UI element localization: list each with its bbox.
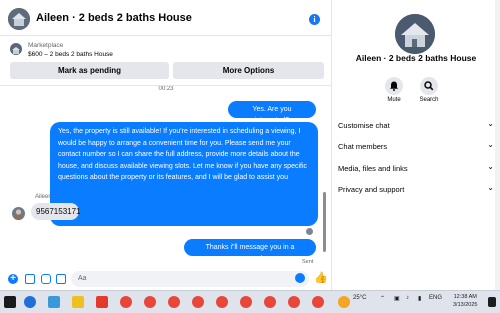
chrome-icon[interactable] <box>168 296 180 308</box>
section-media-files-links[interactable]: Media, files and links ⌄ <box>338 162 494 176</box>
conversation-info-panel: Aileen · 2 beds 2 baths House Mute Searc… <box>332 0 500 290</box>
sender-name: Aileen <box>35 194 52 200</box>
section-label: Chat members <box>338 142 388 151</box>
file-explorer-icon[interactable] <box>72 296 84 308</box>
sticker-icon[interactable] <box>41 274 51 284</box>
clock-date: 3/13/2025 <box>453 302 478 308</box>
clock-time: 12:38 AM <box>453 294 477 300</box>
chevron-down-icon: ⌄ <box>487 183 494 192</box>
chrome-icon[interactable] <box>120 296 132 308</box>
message-status: Sent <box>302 259 314 265</box>
chevron-down-icon: ⌄ <box>487 140 494 149</box>
listing-thumbnail <box>10 43 22 55</box>
scrollbar-thumb[interactable] <box>323 192 326 252</box>
section-label: Privacy and support <box>338 185 405 194</box>
chrome-icon[interactable] <box>216 296 228 308</box>
plus-icon[interactable]: + <box>8 274 18 284</box>
info-icon[interactable]: i <box>309 14 320 25</box>
message-input[interactable]: Aa <box>71 271 309 287</box>
emoji-icon[interactable] <box>295 273 305 283</box>
outgoing-message[interactable]: Yes. Are you interested? <box>228 101 316 124</box>
chat-pane: Aileen · 2 beds 2 baths House i Marketpl… <box>0 0 332 290</box>
composer-bar: + Aa 👍 <box>0 268 332 290</box>
sender-avatar[interactable] <box>12 207 25 220</box>
marketplace-banner: Marketplace $600 – 2 beds 2 baths House … <box>0 36 332 86</box>
incoming-message[interactable]: 9567153171 <box>31 203 81 220</box>
notification-icon[interactable] <box>488 297 496 307</box>
app-icon[interactable] <box>96 296 108 308</box>
section-privacy-support[interactable]: Privacy and support ⌄ <box>338 183 494 197</box>
bell-icon[interactable] <box>385 77 403 95</box>
chrome-icon[interactable] <box>144 296 156 308</box>
network-icon[interactable]: ▣ <box>394 295 400 302</box>
gif-icon[interactable] <box>56 274 66 284</box>
section-label: Customise chat <box>338 121 390 130</box>
volume-icon[interactable]: ♪ <box>406 295 409 301</box>
app-icon[interactable] <box>48 296 60 308</box>
chat-title[interactable]: Aileen · 2 beds 2 baths House <box>36 12 192 24</box>
seen-avatar-icon <box>306 228 313 235</box>
listing-price-title[interactable]: $600 – 2 beds 2 baths House <box>28 51 113 58</box>
photo-icon[interactable] <box>25 274 35 284</box>
chevron-down-icon: ⌄ <box>487 162 494 171</box>
chevron-down-icon: ⌄ <box>487 119 494 128</box>
section-label: Media, files and links <box>338 164 408 173</box>
task-view-icon[interactable] <box>4 296 16 308</box>
outgoing-message[interactable]: Thanks i"ll message you in a moment <box>184 239 316 262</box>
info-avatar[interactable] <box>395 14 435 54</box>
message-input-placeholder: Aa <box>78 275 87 282</box>
panel-scrollbar[interactable] <box>495 0 500 290</box>
section-customise-chat[interactable]: Customise chat ⌄ <box>338 119 494 133</box>
mute-label[interactable]: Mute <box>374 97 414 103</box>
info-name: Aileen · 2 beds 2 baths House <box>355 53 477 63</box>
temperature[interactable]: 25°C <box>353 295 366 301</box>
system-clock[interactable]: 12:38 AM 3/13/2025 <box>453 293 477 309</box>
more-options-button[interactable]: More Options <box>173 62 324 79</box>
section-chat-members[interactable]: Chat members ⌄ <box>338 140 494 154</box>
message-timestamp: 00:23 <box>158 86 174 92</box>
language-indicator[interactable]: ENG <box>429 295 442 301</box>
outgoing-message[interactable]: Yes, the property is still available! If… <box>50 122 318 226</box>
battery-icon[interactable]: ▮ <box>418 295 421 302</box>
weather-icon[interactable] <box>338 296 350 308</box>
search-label[interactable]: Search <box>409 97 449 103</box>
contact-avatar[interactable] <box>8 8 30 30</box>
message-list[interactable]: 00:23 Yes. Are you interested? Yes, the … <box>0 86 332 268</box>
chrome-icon[interactable] <box>312 296 324 308</box>
thumbs-up-icon[interactable]: 👍 <box>314 272 328 284</box>
chrome-icon[interactable] <box>240 296 252 308</box>
mark-as-pending-button[interactable]: Mark as pending <box>10 62 169 79</box>
windows-taskbar: 25°C ⌃ ▣ ♪ ▮ ENG 12:38 AM 3/13/2025 <box>0 290 500 313</box>
marketplace-label: Marketplace <box>28 42 64 49</box>
chat-header: Aileen · 2 beds 2 baths House i <box>0 0 332 36</box>
search-icon[interactable] <box>420 77 438 95</box>
chrome-icon[interactable] <box>288 296 300 308</box>
edge-icon[interactable] <box>24 296 36 308</box>
chrome-icon[interactable] <box>264 296 276 308</box>
chevron-up-icon[interactable]: ⌃ <box>380 295 385 302</box>
chrome-icon[interactable] <box>192 296 204 308</box>
